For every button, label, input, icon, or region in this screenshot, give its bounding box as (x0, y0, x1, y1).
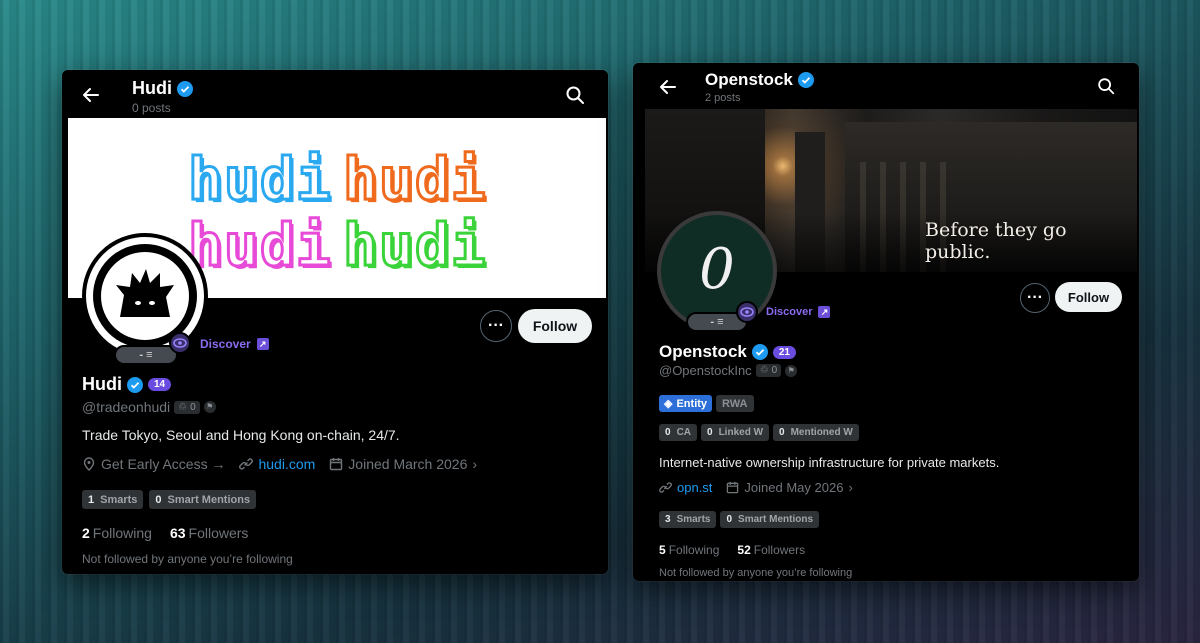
count-badge: 14 (148, 378, 172, 391)
calendar-icon (330, 458, 343, 471)
recycle-icon: ♲ (759, 365, 769, 376)
profile-name: Hudi 14 (82, 374, 172, 395)
follow-button[interactable]: Follow (1055, 282, 1122, 312)
meta-website[interactable]: opn.st (659, 480, 712, 495)
count-badge: 21 (772, 345, 796, 359)
profile-tags: ◈ Entity RWA (659, 395, 754, 412)
recycle-icon: ♲ (178, 401, 188, 413)
location-pin-icon (83, 457, 95, 471)
header-title: Openstock (705, 70, 814, 90)
profile-meta: opn.st Joined May 2026 › (659, 480, 853, 495)
ca-chip[interactable]: 0 CA (659, 424, 698, 441)
followers-link[interactable]: 63 Followers (170, 525, 248, 541)
verified-icon (797, 72, 814, 88)
linked-wallets-chip[interactable]: 0 Linked W (701, 424, 770, 441)
entity-tag[interactable]: ◈ Entity (659, 395, 713, 412)
wallet-stats: 0 CA 0 Linked W 0 Mentioned W (659, 424, 859, 441)
profile-header: Openstock 2 posts (633, 63, 1139, 109)
flag-icon: ⚑ (785, 364, 798, 377)
meta-joined[interactable]: Joined May 2026 › (726, 480, 853, 495)
followed-by-note: Not followed by anyone you’re following (82, 552, 293, 566)
more-options-button[interactable]: ··· (1020, 283, 1050, 313)
header-title: Hudi (132, 78, 193, 99)
external-link-icon: ↗ (256, 338, 269, 350)
smart-stats: 3 Smarts 0 Smart Mentions (659, 511, 820, 528)
eye-icon (736, 301, 758, 323)
calendar-icon (727, 481, 739, 494)
profile-meta: Get Early Access → hudi.com Joined March… (82, 456, 477, 472)
meta-website[interactable]: hudi.com (239, 456, 315, 472)
link-icon (659, 482, 672, 493)
banner-tagline: Before they go public. (925, 219, 1067, 263)
verified-icon (177, 80, 193, 97)
flag-icon: ⚑ (203, 401, 216, 413)
chevron-right-icon: › (472, 456, 478, 472)
search-icon[interactable] (564, 84, 586, 106)
link-icon (239, 458, 254, 470)
profile-handle: @OpenstockInc ♲ 0 ⚑ (659, 363, 798, 378)
verified-icon (127, 376, 143, 393)
smarts-chip[interactable]: 1 Smarts (82, 490, 144, 509)
header-post-count: 2 posts (705, 92, 741, 104)
more-options-button[interactable]: ··· (480, 310, 512, 342)
back-arrow-icon[interactable] (80, 84, 102, 106)
smarts-chip[interactable]: 3 Smarts (659, 511, 717, 528)
discover-link[interactable]: Discover ↗ (766, 306, 831, 318)
search-icon[interactable] (1096, 76, 1118, 98)
profile-bio: Trade Tokyo, Seoul and Hong Kong on-chai… (82, 427, 400, 443)
header-post-count: 0 posts (132, 101, 171, 115)
handle-stat-chip: ♲ 0 (174, 400, 200, 414)
profile-card-hudi: Hudi 0 posts hudi hudi hudi hudi - ≡ Dis… (62, 70, 608, 574)
verified-icon (751, 344, 768, 360)
banner-word: hudi (187, 145, 333, 213)
banner-word: hudi (342, 211, 488, 279)
mentioned-wallets-chip[interactable]: 0 Mentioned W (773, 424, 859, 441)
profile-handle: @tradeonhudi ♲ 0 ⚑ (82, 399, 216, 415)
external-link-icon: ↗ (818, 306, 831, 318)
profile-name: Openstock 21 (659, 342, 796, 362)
profile-header: Hudi 0 posts (62, 70, 608, 118)
chevron-right-icon: › (848, 480, 853, 495)
profile-bio: Internet-native ownership infrastructure… (659, 455, 1000, 470)
smart-stats: 1 Smarts 0 Smart Mentions (82, 490, 257, 509)
avatar-status-badge: - ≡ (114, 345, 178, 365)
smart-mentions-chip[interactable]: 0 Smart Mentions (720, 511, 820, 528)
profile-card-openstock: Openstock 2 posts Before they go public.… (633, 63, 1139, 581)
following-link[interactable]: 5 Following (659, 543, 719, 557)
back-arrow-icon[interactable] (657, 76, 679, 98)
banner-word: hudi (342, 145, 488, 213)
followed-by-note: Not followed by anyone you’re following (659, 567, 853, 579)
meta-location[interactable]: Get Early Access → (82, 456, 225, 472)
cube-icon: ◈ (664, 398, 673, 410)
follow-counts: 2 Following 63 Followers (82, 525, 248, 541)
discover-link[interactable]: Discover ↗ (200, 337, 269, 351)
meta-joined[interactable]: Joined March 2026 › (329, 456, 477, 472)
follow-counts: 5 Following 52 Followers (659, 543, 805, 557)
banner-word: hudi (187, 211, 333, 279)
avatar-letter: 0 (699, 237, 735, 302)
follow-button[interactable]: Follow (518, 309, 592, 343)
eye-icon (169, 332, 191, 354)
rwa-tag[interactable]: RWA (716, 395, 754, 412)
following-link[interactable]: 2 Following (82, 525, 152, 541)
followers-link[interactable]: 52 Followers (737, 543, 805, 557)
handle-stat-chip: ♲ 0 (755, 364, 782, 377)
smart-mentions-chip[interactable]: 0 Smart Mentions (149, 490, 257, 509)
